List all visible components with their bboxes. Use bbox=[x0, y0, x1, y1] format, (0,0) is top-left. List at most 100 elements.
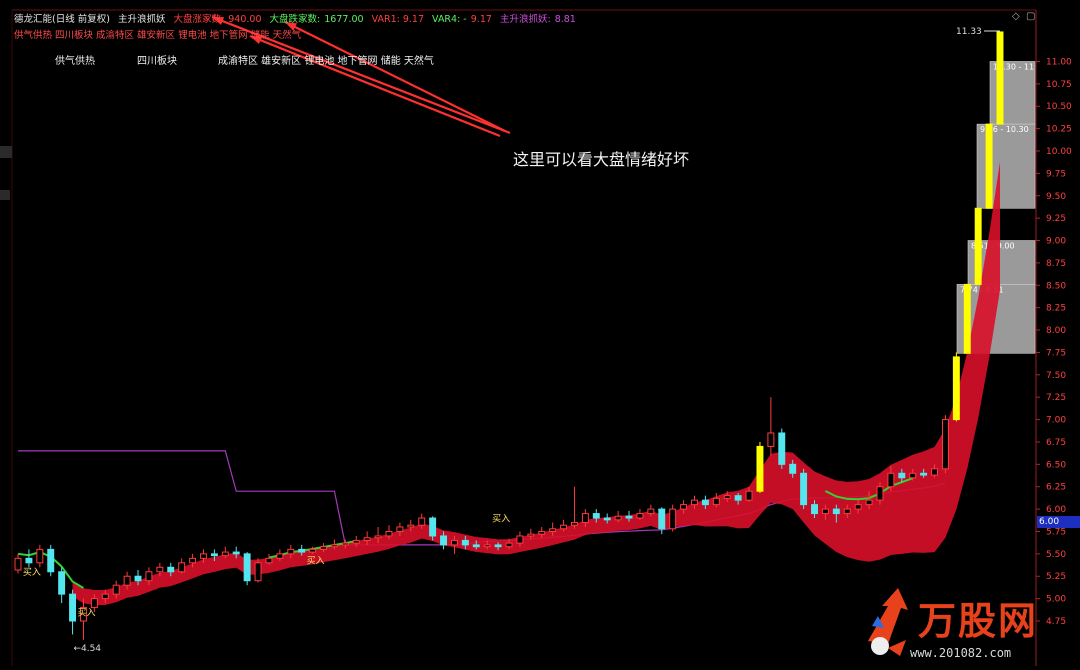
candle-body bbox=[712, 497, 720, 506]
candle-body bbox=[909, 472, 917, 479]
sector-tag[interactable]: 成渝特区 雄安新区 锂电池 地下管网 储能 天然气 bbox=[218, 52, 434, 67]
candle-body bbox=[320, 546, 327, 550]
candle-body bbox=[396, 526, 404, 532]
y-tick-label: 10.25 bbox=[1046, 125, 1072, 135]
y-tick-label: 6.50 bbox=[1046, 460, 1066, 470]
candle-body bbox=[723, 495, 731, 499]
candle-body bbox=[789, 463, 797, 474]
zsl-label: 主升浪抓妖: bbox=[499, 14, 551, 25]
candle-body bbox=[309, 548, 317, 553]
y-tick-label: 9.25 bbox=[1046, 214, 1066, 224]
left-stub bbox=[0, 146, 12, 158]
y-tick-label: 5.50 bbox=[1046, 550, 1066, 560]
candle-body bbox=[931, 468, 939, 476]
candle-body bbox=[58, 571, 66, 595]
dt-value: 1677.00 bbox=[324, 14, 364, 25]
candle-body bbox=[363, 537, 371, 541]
candle-body bbox=[200, 553, 207, 559]
y-tick-label: 5.75 bbox=[1046, 527, 1066, 537]
candle-body bbox=[920, 472, 928, 476]
indicator-name[interactable]: 主升浪抓妖 bbox=[118, 14, 166, 25]
candle-body bbox=[811, 504, 818, 515]
candle-body bbox=[952, 356, 960, 421]
candle-body bbox=[341, 542, 349, 546]
candle-body bbox=[472, 544, 480, 548]
candle-body bbox=[276, 553, 284, 559]
trend-ribbon bbox=[72, 161, 1001, 606]
y-tick-label: 9.75 bbox=[1046, 169, 1066, 179]
candle-body bbox=[374, 535, 382, 539]
candle-body bbox=[701, 499, 709, 506]
candle-body bbox=[178, 562, 186, 573]
annotation-arrow bbox=[284, 21, 506, 132]
low-marker: ←4.54 bbox=[73, 644, 101, 654]
candle-body bbox=[265, 557, 273, 564]
candle-body bbox=[549, 528, 557, 532]
zt-label: 大盘涨家数: bbox=[173, 14, 225, 25]
buy-signal-label: 买入 bbox=[23, 567, 41, 578]
candle-body bbox=[963, 283, 971, 354]
expand-icon[interactable]: ◇ bbox=[1012, 11, 1020, 22]
candle-body bbox=[647, 508, 655, 515]
candle-body bbox=[134, 575, 142, 582]
y-tick-label: 8.75 bbox=[1046, 259, 1066, 269]
candle-body bbox=[418, 517, 426, 526]
candle-body bbox=[101, 593, 109, 600]
candle-body bbox=[112, 584, 120, 595]
candle-body bbox=[581, 513, 589, 524]
candle-body bbox=[865, 499, 873, 506]
candle-body bbox=[745, 490, 753, 501]
var1-value: VAR1: 9.17 bbox=[371, 14, 425, 25]
candle-body bbox=[603, 517, 611, 521]
candle-body bbox=[407, 524, 415, 528]
candle-body bbox=[767, 432, 775, 447]
candle-body bbox=[636, 513, 644, 519]
candle-body bbox=[898, 472, 906, 479]
candle-body bbox=[996, 31, 1004, 125]
high-marker: 11.33 bbox=[956, 27, 982, 37]
candle-body bbox=[854, 504, 862, 510]
candle-body bbox=[25, 557, 33, 564]
candle-body bbox=[843, 508, 851, 515]
stock-title[interactable]: 德龙汇能(日线 前复权) bbox=[14, 14, 110, 25]
dt-label: 大盘跌家数: bbox=[269, 14, 321, 25]
candle-body bbox=[658, 508, 666, 530]
candle-body bbox=[440, 535, 448, 546]
y-tick-label: 6.75 bbox=[1046, 438, 1066, 448]
candle-body bbox=[243, 553, 251, 582]
candle-body bbox=[941, 419, 949, 470]
candle-body bbox=[47, 548, 55, 573]
candle-body bbox=[625, 515, 633, 519]
y-tick-label: 6.00 bbox=[1046, 505, 1066, 515]
watermark-title: 万股网 bbox=[918, 599, 1039, 643]
candle-body bbox=[560, 524, 568, 530]
y-tick-label: 7.50 bbox=[1046, 371, 1066, 381]
annotation-text: 这里可以看大盘情绪好坏 bbox=[513, 150, 690, 169]
y-tick-label: 9.50 bbox=[1046, 192, 1066, 202]
current-price-tag: 6.00 bbox=[1037, 516, 1080, 528]
candle-body bbox=[287, 548, 295, 555]
left-stub bbox=[0, 190, 10, 200]
candle-body bbox=[123, 575, 131, 586]
y-tick-label: 8.25 bbox=[1046, 304, 1066, 314]
candle-body bbox=[461, 539, 469, 546]
candle-body bbox=[14, 557, 22, 571]
candle-body bbox=[254, 562, 262, 582]
candle-body bbox=[821, 508, 829, 515]
logo-arrow-icon bbox=[868, 588, 908, 656]
candle-body bbox=[680, 504, 688, 510]
y-tick-label: 7.75 bbox=[1046, 348, 1066, 358]
candle-body bbox=[189, 557, 197, 564]
var4-value: 9.17 bbox=[470, 14, 492, 25]
y-tick-label: 7.25 bbox=[1046, 393, 1066, 403]
collapse-icon[interactable]: ▢ bbox=[1026, 11, 1035, 22]
zsl-value: 8.81 bbox=[554, 14, 576, 25]
candle-body bbox=[210, 553, 218, 557]
candle-body bbox=[527, 533, 535, 537]
zt-value: 940.00 bbox=[228, 14, 262, 25]
sector-tag[interactable]: 四川板块 bbox=[137, 52, 177, 67]
var4-label: VAR4: - bbox=[432, 14, 467, 25]
candle-body bbox=[691, 499, 698, 506]
candle-body bbox=[156, 566, 164, 573]
sector-tag[interactable]: 供气供热 bbox=[55, 52, 95, 67]
